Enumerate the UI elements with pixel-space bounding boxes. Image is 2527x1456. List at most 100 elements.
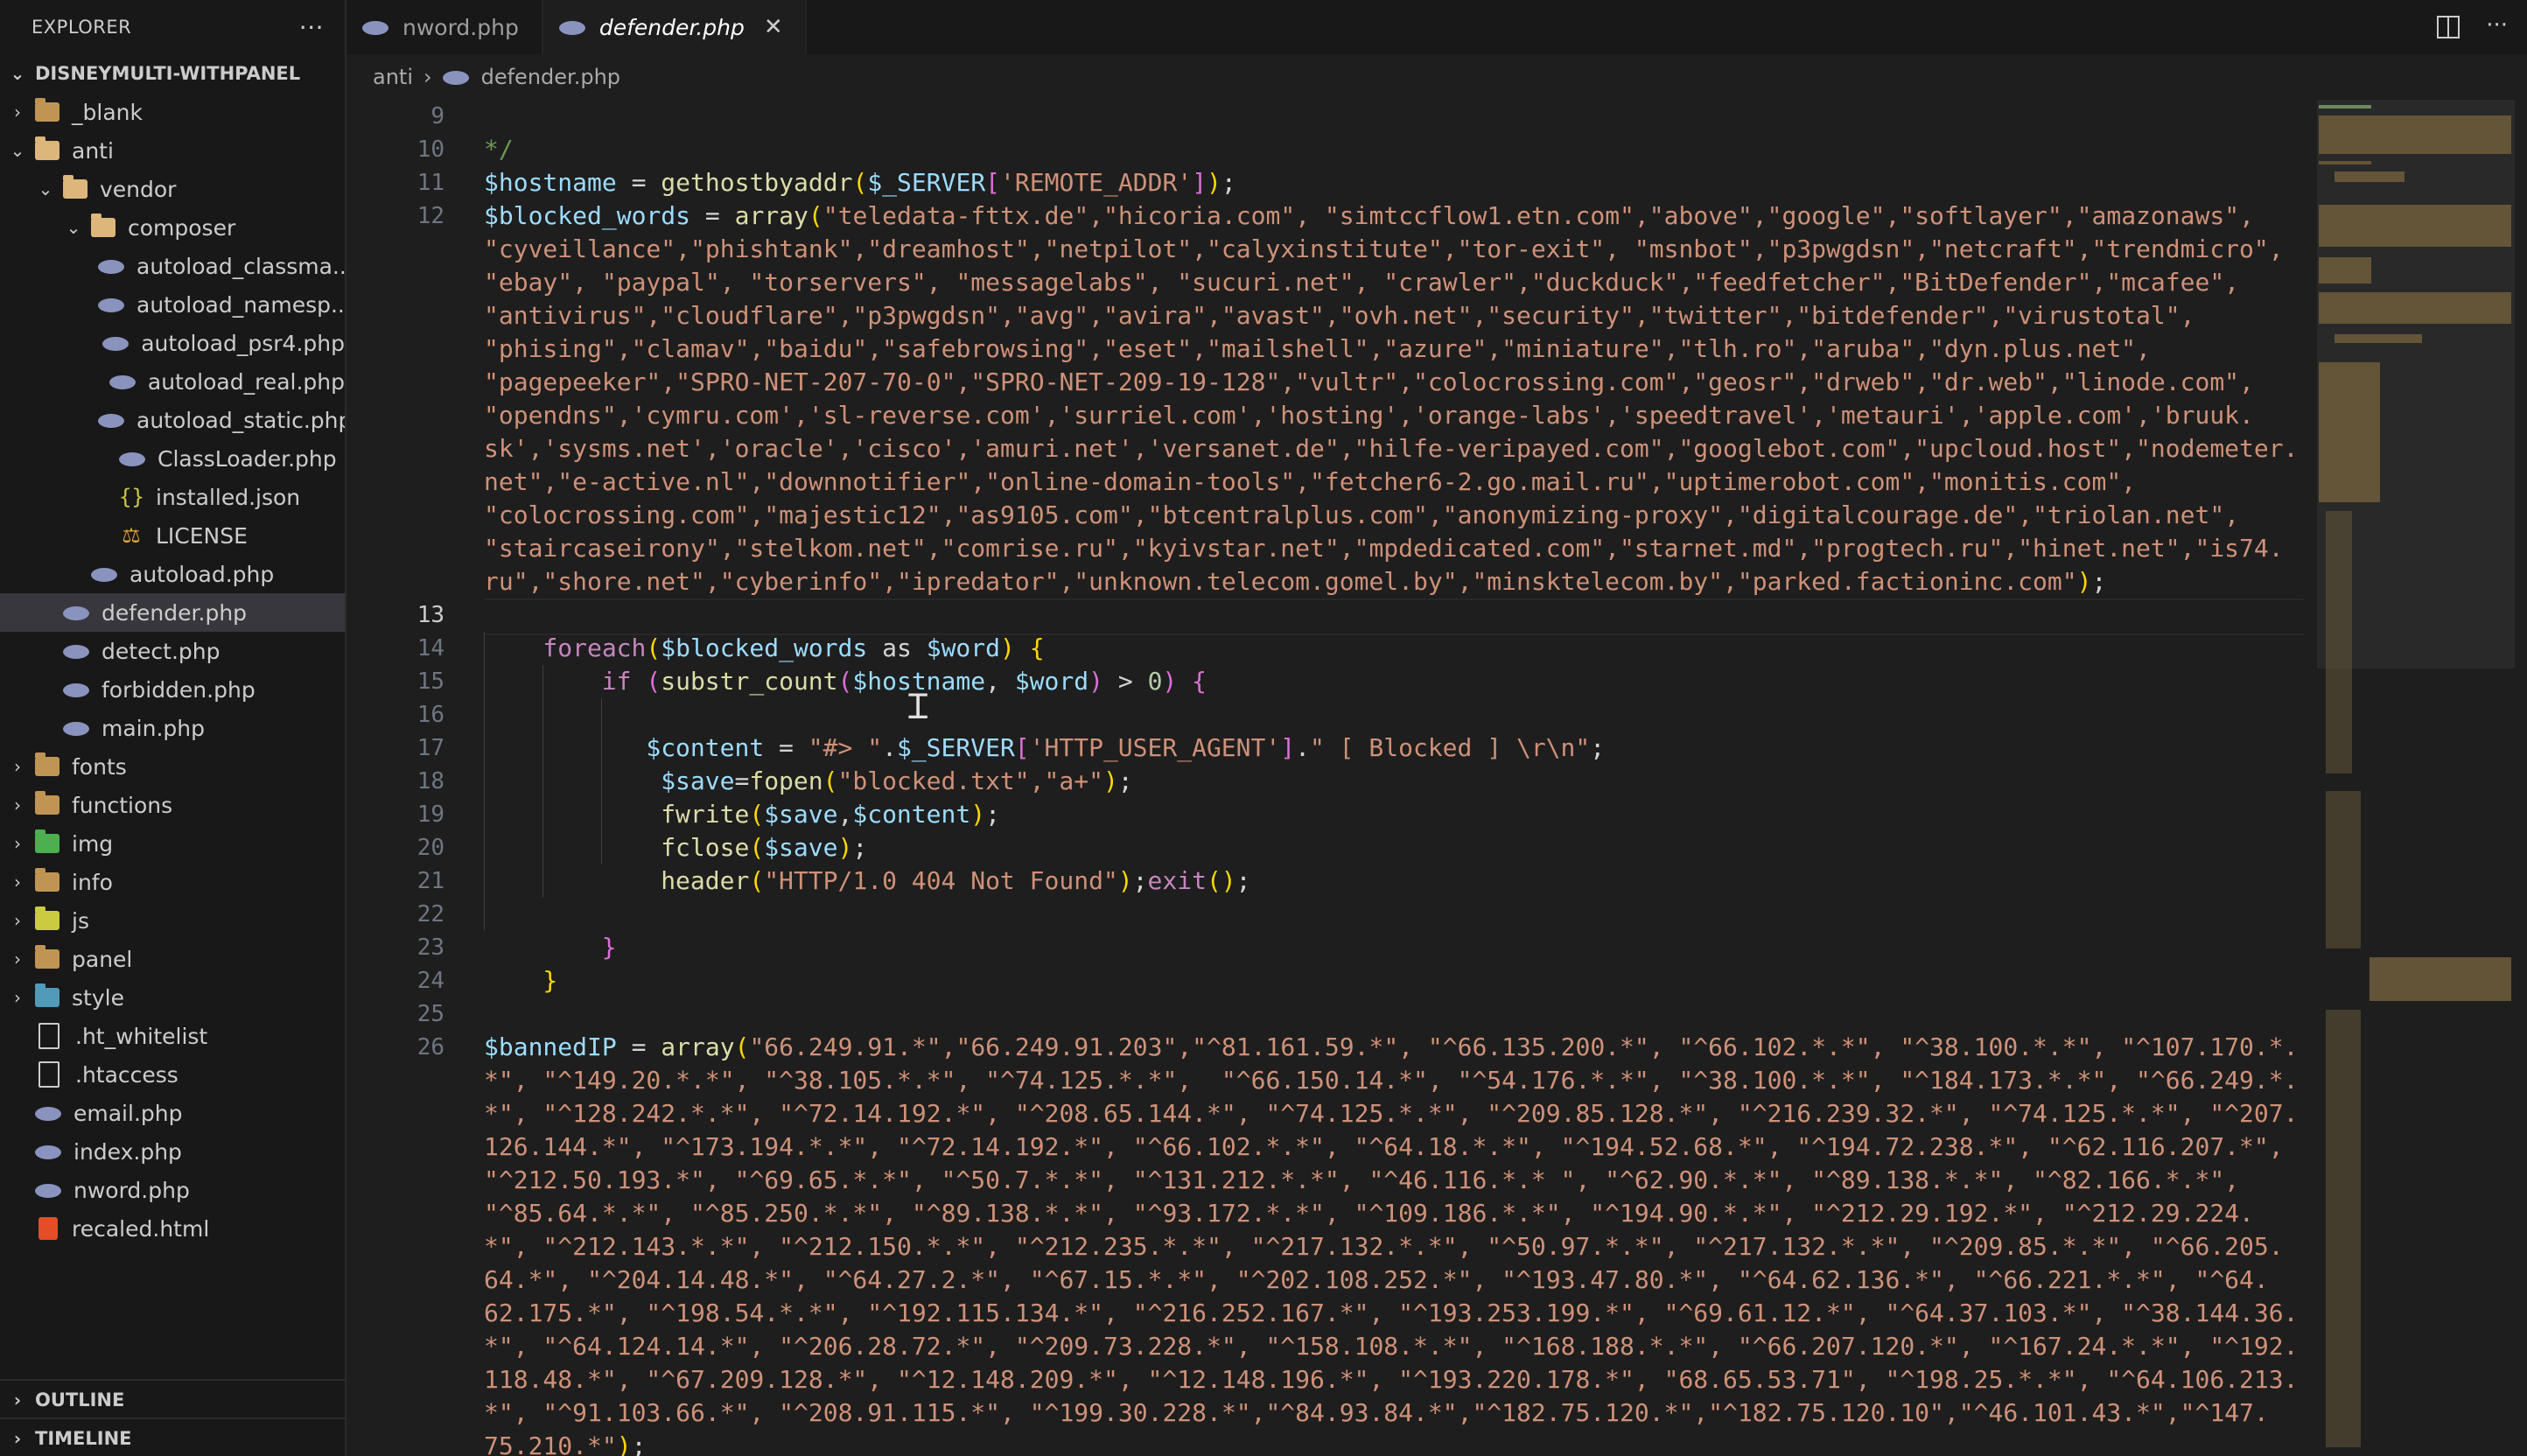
tab-nword-php[interactable]: nword.php [346, 0, 543, 54]
tree-item[interactable]: {} installed.json [0, 478, 345, 516]
tree-item[interactable]: › info [0, 863, 345, 901]
code-token: substr_count [661, 667, 838, 696]
chevron-right-icon: › [14, 833, 21, 854]
tree-item[interactable]: autoload.php [0, 555, 345, 593]
explorer-more-icon[interactable]: ··· [299, 13, 324, 42]
chevron-right-icon: › [14, 987, 21, 1008]
code-token: fopen [749, 766, 823, 795]
code-token: ; [1236, 866, 1251, 895]
minimap[interactable] [2317, 100, 2515, 1456]
code-token: , [837, 800, 853, 829]
tree-item[interactable]: main.php [0, 709, 345, 747]
tree-item[interactable]: autoload_real.php [0, 362, 345, 401]
folder-icon [35, 752, 60, 776]
current-line-highlight [484, 598, 2304, 635]
code-token: if [601, 667, 632, 696]
tree-item[interactable]: › panel [0, 940, 345, 978]
tree-item[interactable]: index.php [0, 1132, 345, 1171]
tree-item[interactable]: .ht_whitelist [0, 1017, 345, 1055]
split-editor-icon[interactable] [2437, 16, 2460, 38]
code-token: ) [1102, 766, 1118, 795]
tree-item[interactable]: › style [0, 978, 345, 1017]
code-token: 126.144.*", "^173.194.*.*", "^72.14.192.… [484, 1132, 2284, 1161]
explorer-sidebar: EXPLORER ··· ⌄ DISNEYMULTI-WITHPANEL › _b… [0, 0, 346, 1456]
chevron-right-icon: › [424, 65, 432, 89]
tree-item[interactable]: defender.php [0, 593, 345, 632]
text-cursor-icon: Ɪ [908, 687, 928, 727]
code-line: fclose($save); [661, 831, 867, 864]
tree-item[interactable]: ClassLoader.php [0, 439, 345, 478]
code-editor[interactable]: 9 10 11 12 13 14 15 16 17 18 19 20 21 22 23 24 25 26 */$h… [346, 100, 2306, 1456]
code-line: foreach($blocked_words as $word) { [542, 632, 1044, 665]
tree-item[interactable]: ⌄ vendor [0, 170, 345, 208]
style-folder-icon [35, 984, 60, 1007]
code-token: } [542, 966, 558, 995]
tree-item[interactable]: email.php [0, 1094, 345, 1132]
tree-item[interactable]: nword.php [0, 1171, 345, 1209]
tree-item-label: autoload_namesp... [136, 291, 346, 318]
code-line: } [542, 964, 557, 998]
tree-item[interactable]: ⌄ composer [0, 208, 345, 247]
tree-item[interactable]: › _blank [0, 93, 345, 131]
outline-label: OUTLINE [35, 1390, 125, 1410]
code-line: "phising","clamav","baidu","safebrowsing… [484, 332, 2151, 366]
code-token: "66.249.91.*","66.249.91.203","^81.161.5… [749, 1032, 2299, 1061]
tree-item-label: autoload.php [130, 561, 275, 587]
indent-guide [601, 698, 602, 864]
code-line: 118.48.*", "^67.209.128.*", "^12.148.209… [484, 1363, 2298, 1396]
code-token: as [867, 634, 927, 662]
code-token: array [661, 1032, 735, 1061]
code-token: 118.48.*", "^67.209.128.*", "^12.148.209… [484, 1365, 2299, 1394]
editor-tab-bar: nword.php defender.php ✕ ··· [346, 0, 2527, 54]
code-token: ; [852, 833, 868, 862]
code-token: *", "^64.124.14.*", "^206.28.72.*", "^20… [484, 1332, 2299, 1361]
folder-icon [35, 791, 60, 815]
code-token: "teledata-fttx.de","hicoria.com", "simtc… [822, 201, 2254, 230]
tree-item[interactable]: › js [0, 901, 345, 940]
timeline-section[interactable]: › TIMELINE [0, 1418, 345, 1456]
tree-item[interactable]: forbidden.php [0, 670, 345, 709]
tree-item[interactable]: autoload_psr4.php [0, 324, 345, 362]
code-token: $word [926, 634, 1001, 662]
code-line: *", "^212.143.*.*", "^212.150.*.*", "^21… [484, 1230, 2284, 1264]
code-token: ; [1117, 766, 1133, 795]
tree-item[interactable]: › functions [0, 786, 345, 824]
tree-item[interactable]: autoload_static.php [0, 401, 345, 439]
code-token: = [734, 766, 750, 795]
vertical-scrollbar[interactable] [2516, 100, 2527, 1456]
tree-item[interactable]: autoload_namesp... [0, 285, 345, 324]
tree-item[interactable]: › img [0, 824, 345, 863]
tree-item[interactable]: autoload_classma... [0, 247, 345, 285]
tree-item[interactable]: detect.php [0, 632, 345, 670]
line-number: 23 [416, 934, 444, 961]
tab-label: nword.php [402, 14, 519, 40]
close-icon[interactable]: ✕ [764, 14, 783, 40]
breadcrumb-file[interactable]: defender.php [481, 65, 620, 89]
tree-item[interactable]: recaled.html [0, 1209, 345, 1248]
code-line: fwrite($save,$content); [661, 798, 1000, 831]
breadcrumb-folder[interactable]: anti [373, 65, 413, 89]
line-number: 22 [416, 901, 444, 928]
tab-defender-php[interactable]: defender.php ✕ [542, 0, 807, 54]
ellipsis-icon[interactable]: ··· [2486, 12, 2508, 38]
tree-item[interactable]: ⌄ anti [0, 131, 345, 170]
outline-section[interactable]: › OUTLINE [0, 1379, 345, 1419]
code-token: 75.210.*" [484, 1432, 617, 1456]
php-file-icon [35, 1184, 61, 1198]
code-token: ) [2076, 567, 2092, 596]
tree-item-label: functions [72, 792, 173, 818]
code-line: $blocked_words = array("teledata-fttx.de… [484, 200, 2254, 233]
code-line: header("HTTP/1.0 404 Not Found");exit(); [661, 864, 1250, 898]
tree-item[interactable]: .htaccess [0, 1055, 345, 1094]
folder-icon [35, 945, 60, 969]
code-token: ; [1132, 866, 1148, 895]
line-number: 14 [416, 635, 444, 662]
code-token: sk','sysms.net','oracle','cisco','amuri.… [484, 434, 2299, 463]
chevron-right-icon: › [14, 910, 21, 931]
license-file-icon: ⚖ [122, 523, 141, 548]
tree-item[interactable]: ⚖ LICENSE [0, 516, 345, 555]
code-line: if (substr_count($hostname, $word) > 0) … [602, 665, 1207, 698]
workspace-root[interactable]: ⌄ DISNEYMULTI-WITHPANEL [0, 54, 345, 93]
tree-item[interactable]: › fonts [0, 747, 345, 786]
php-file-icon [35, 1145, 61, 1159]
